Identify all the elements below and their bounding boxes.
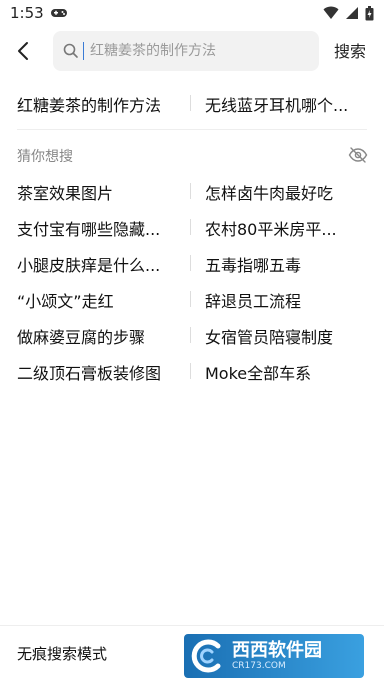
- section-divider: [17, 129, 367, 130]
- watermark-brand: 西西软件园: [232, 639, 322, 661]
- suggestion-divider: [190, 219, 191, 235]
- suggestion-item[interactable]: 茶室效果图片: [17, 180, 177, 204]
- suggestion-row: “小颂文”走红 辞退员工流程: [0, 288, 384, 324]
- history-divider: [190, 95, 191, 111]
- suggestion-item[interactable]: 怎样卤牛肉最好吃: [205, 180, 365, 204]
- suggestion-divider: [190, 183, 191, 199]
- suggestion-item[interactable]: 女宿管员陪寝制度: [205, 324, 365, 348]
- search-input[interactable]: [84, 35, 302, 67]
- hide-suggestions-button[interactable]: [348, 146, 368, 164]
- history-item[interactable]: 无线蓝牙耳机哪个...: [205, 92, 365, 116]
- suggestion-item[interactable]: 辞退员工流程: [205, 288, 365, 312]
- status-bar: 1:53: [0, 0, 384, 26]
- incognito-mode-toggle[interactable]: 无痕搜索模式: [17, 643, 107, 664]
- search-history: 红糖姜茶的制作方法 无线蓝牙耳机哪个...: [0, 85, 384, 121]
- suggestion-divider: [190, 363, 191, 379]
- status-time: 1:53: [10, 4, 44, 22]
- wifi-icon: [323, 6, 339, 19]
- watermark-domain: CR173.COM: [232, 660, 286, 671]
- suggestions-title: 猜你想搜: [17, 149, 73, 165]
- battery-icon: [365, 5, 374, 20]
- suggestion-item[interactable]: Moke全部车系: [205, 360, 365, 384]
- suggestion-row: 二级顶石膏板装修图 Moke全部车系: [0, 360, 384, 396]
- suggestion-item[interactable]: 小腿皮肤痒是什么...: [17, 252, 177, 276]
- suggestion-item[interactable]: 五毒指哪五毒: [205, 252, 365, 276]
- history-item[interactable]: 红糖姜茶的制作方法: [17, 92, 177, 116]
- suggestion-row: 小腿皮肤痒是什么... 五毒指哪五毒: [0, 252, 384, 288]
- search-header: 搜索: [0, 26, 384, 78]
- back-arrow-icon: [18, 42, 28, 60]
- suggestion-divider: [190, 327, 191, 343]
- suggestion-item[interactable]: 农村80平米房平...: [205, 216, 365, 240]
- search-button[interactable]: 搜索: [334, 38, 366, 62]
- eye-off-icon: [348, 147, 368, 163]
- suggestion-item[interactable]: “小颂文”走红: [17, 288, 177, 312]
- search-icon: [63, 43, 78, 58]
- suggestion-row: 做麻婆豆腐的步骤 女宿管员陪寝制度: [0, 324, 384, 360]
- suggestion-item[interactable]: 二级顶石膏板装修图: [17, 360, 177, 384]
- suggestion-divider: [190, 291, 191, 307]
- search-box[interactable]: [53, 31, 319, 71]
- suggestion-divider: [190, 255, 191, 271]
- watermark-text: 西西软件园 CR173.COM: [232, 639, 322, 672]
- status-right: [323, 5, 374, 21]
- bottom-bar: 无痕搜索模式 西西软件园 CR173.COM: [0, 625, 384, 684]
- suggestion-item[interactable]: 做麻婆豆腐的步骤: [17, 324, 177, 348]
- suggestion-item[interactable]: 支付宝有哪些隐藏...: [17, 216, 177, 240]
- watermark-logo: 西西软件园 CR173.COM: [184, 634, 364, 678]
- back-button[interactable]: [10, 38, 36, 64]
- suggestion-row: 茶室效果图片 怎样卤牛肉最好吃: [0, 180, 384, 216]
- watermark-emblem-icon: [184, 634, 232, 678]
- suggestion-row: 支付宝有哪些隐藏... 农村80平米房平...: [0, 216, 384, 252]
- status-left: 1:53: [10, 4, 68, 22]
- gamepad-icon: [50, 9, 67, 17]
- signal-icon: [346, 7, 358, 19]
